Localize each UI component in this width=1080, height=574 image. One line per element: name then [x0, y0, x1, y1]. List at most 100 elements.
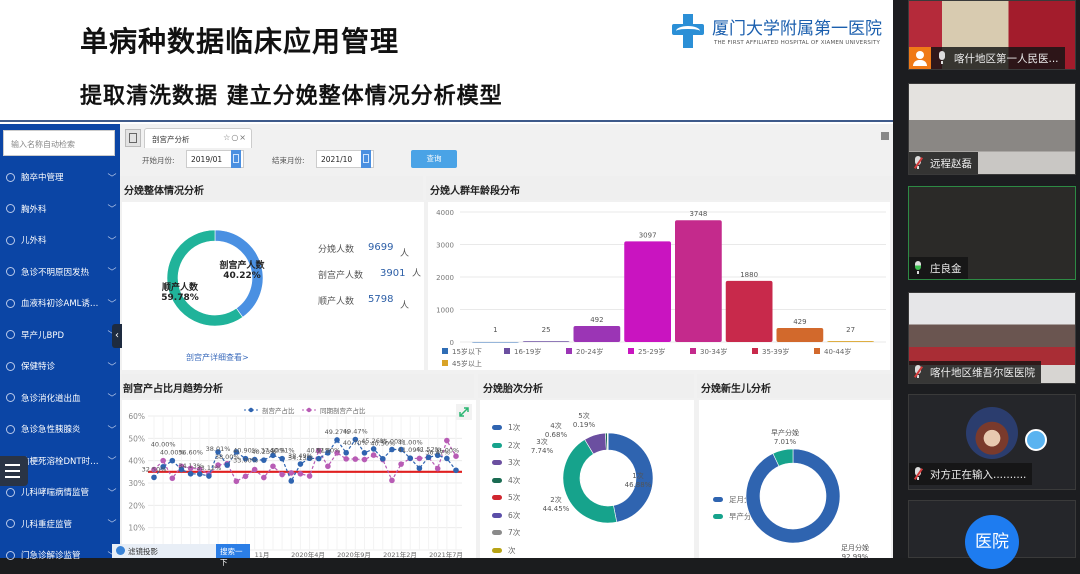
slice-percent-label: 46.88%	[625, 481, 652, 489]
slice-name-label: 4次	[550, 421, 561, 430]
bar	[523, 341, 570, 342]
legend-item[interactable]: 次	[492, 545, 516, 556]
delivery-donut-chart: 剖宫产人数40.22%顺产人数59.78%	[152, 220, 282, 340]
data-point	[206, 473, 212, 479]
slide-header: 单病种数据临床应用管理 提取清洗数据 建立分娩整体情况分析模型 厦门大学附属第一…	[0, 0, 893, 122]
data-point	[224, 462, 230, 468]
legend-label: 35-39岁	[762, 347, 789, 356]
legend-swatch	[442, 348, 448, 354]
data-point	[343, 456, 349, 462]
query-button[interactable]: 查询	[411, 150, 457, 168]
taskbar-app[interactable]: 滤镜投影	[112, 544, 216, 558]
slice-percent-label: 59.78%	[161, 293, 199, 303]
tab-actions-icons[interactable]: ☆○×	[223, 133, 247, 142]
data-point	[298, 471, 304, 477]
data-point	[389, 478, 395, 484]
data-point	[444, 438, 450, 444]
legend-item[interactable]: 1次	[492, 422, 520, 433]
x-tick-label: 2021年2月	[383, 550, 417, 558]
legend-swatch	[492, 495, 502, 500]
participant-tile[interactable]: 喀什地区第一人民医...	[908, 0, 1076, 70]
participant-tile[interactable]: 对方正在输入..........	[908, 394, 1076, 490]
expand-chart-button[interactable]	[456, 404, 472, 420]
analytics-app: 输入名称自动检索 脑卒中管理﹀胸外科﹀儿外科﹀急诊不明原因发热﹀血液科初诊AML…	[0, 124, 893, 558]
bar-value-label: 3097	[639, 231, 657, 239]
sidebar-collapse-button[interactable]: ‹	[112, 324, 122, 348]
legend-item[interactable]: 7次	[492, 527, 520, 538]
data-point	[398, 461, 404, 467]
microphone-muted-icon	[913, 156, 923, 170]
stat-label: 分娩人数	[318, 242, 354, 255]
sidebar-search-input[interactable]: 输入名称自动检索	[3, 130, 115, 156]
layers-icon	[6, 236, 15, 245]
chevron-down-icon: ﹀	[104, 423, 120, 436]
participant-tile[interactable]: 远程赵磊	[908, 83, 1076, 175]
legend-item[interactable]: 6次	[492, 510, 520, 521]
stat-value: 3901	[380, 268, 405, 279]
legend-swatch	[492, 478, 502, 483]
stat-unit: 人	[400, 246, 409, 259]
floating-menu-icon[interactable]	[0, 456, 28, 486]
stat-unit: 人	[412, 266, 421, 279]
slice-percent-label: 0.19%	[573, 421, 596, 429]
sidebar-item-label: 儿科哮喘病情监管	[21, 486, 104, 498]
legend-marker	[249, 408, 253, 412]
start-calendar-icon[interactable]	[231, 150, 241, 168]
legend-item[interactable]: 3次	[492, 457, 520, 468]
legend-label: 5次	[508, 492, 520, 503]
x-tick-label: 2020年4月	[291, 550, 325, 558]
tab-menu-icon[interactable]	[881, 132, 889, 140]
legend-item[interactable]: 5次	[492, 492, 520, 503]
cesarean-detail-link[interactable]: 剖宫产详细查看>	[186, 352, 249, 363]
search-button[interactable]: 搜索一下	[216, 544, 250, 558]
data-label: 34.13%	[288, 454, 313, 462]
chevron-down-icon: ﹀	[104, 171, 120, 184]
layers-icon	[6, 204, 15, 213]
tab-cesarean-analysis[interactable]: 剖宫产分析 ☆○×	[144, 128, 252, 148]
overview-title: 分娩整体情况分析	[124, 182, 204, 197]
legend-marker	[307, 408, 311, 412]
slice-percent-label: 92.99%	[842, 553, 869, 558]
layers-icon	[6, 362, 15, 371]
participant-avatar: 医院	[965, 515, 1019, 569]
participant-tile[interactable]: 医院	[908, 500, 1076, 558]
data-point	[298, 461, 304, 467]
legend-item[interactable]: 2次	[492, 440, 520, 451]
layers-icon	[6, 393, 15, 402]
slide-subtitle: 提取清洗数据 建立分娩整体情况分析模型	[80, 78, 503, 110]
data-label: 33.12%	[197, 464, 222, 472]
y-tick-label: 60%	[128, 412, 145, 421]
legend-label: 16-19岁	[514, 347, 541, 356]
data-point	[151, 475, 157, 481]
y-tick-label: 40%	[128, 457, 145, 466]
legend-label: 1次	[508, 422, 520, 433]
slice-percent-label: 7.74%	[531, 447, 554, 455]
sidebar-item[interactable]: 门急诊解诊监管﹀	[0, 536, 120, 574]
host-user-icon	[909, 47, 931, 69]
slice-percent-label: 44.45%	[543, 505, 570, 513]
stat-label: 顺产人数	[318, 294, 354, 307]
end-calendar-icon[interactable]	[361, 150, 371, 168]
home-tab-icon[interactable]	[125, 129, 141, 147]
typing-indicator-icon	[1025, 429, 1047, 451]
bar-value-label: 25	[542, 326, 551, 334]
data-label: 40.00%	[151, 441, 176, 449]
microphone-muted-icon	[913, 365, 923, 379]
logo-text-cn: 厦门大学附属第一医院	[712, 14, 882, 39]
data-point	[288, 478, 294, 484]
legend-swatch	[814, 348, 820, 354]
legend-swatch	[628, 348, 634, 354]
x-tick-label: 2021年7月	[429, 550, 463, 558]
participant-tile[interactable]: 庄良金	[908, 186, 1076, 280]
sidebar-item-label: 保健特诊	[21, 360, 104, 372]
overview-panel: 剖宫产人数40.22%顺产人数59.78% 分娩人数9699人剖宫产人数3901…	[122, 202, 424, 370]
stat-value: 9699	[368, 242, 393, 253]
data-point	[453, 467, 459, 473]
legend-item[interactable]: 4次	[492, 475, 520, 486]
trend-panel: 剖宫产占比同期剖宫产占比0%10%20%30%40%50%60%32.50%40…	[122, 400, 476, 558]
legend-swatch	[492, 425, 502, 430]
data-label: 32.50%	[142, 465, 167, 473]
bar	[726, 281, 773, 342]
participant-tile[interactable]: 喀什地区维吾尔医医院	[908, 292, 1076, 384]
slice-name-label: 顺产人数	[162, 281, 199, 293]
